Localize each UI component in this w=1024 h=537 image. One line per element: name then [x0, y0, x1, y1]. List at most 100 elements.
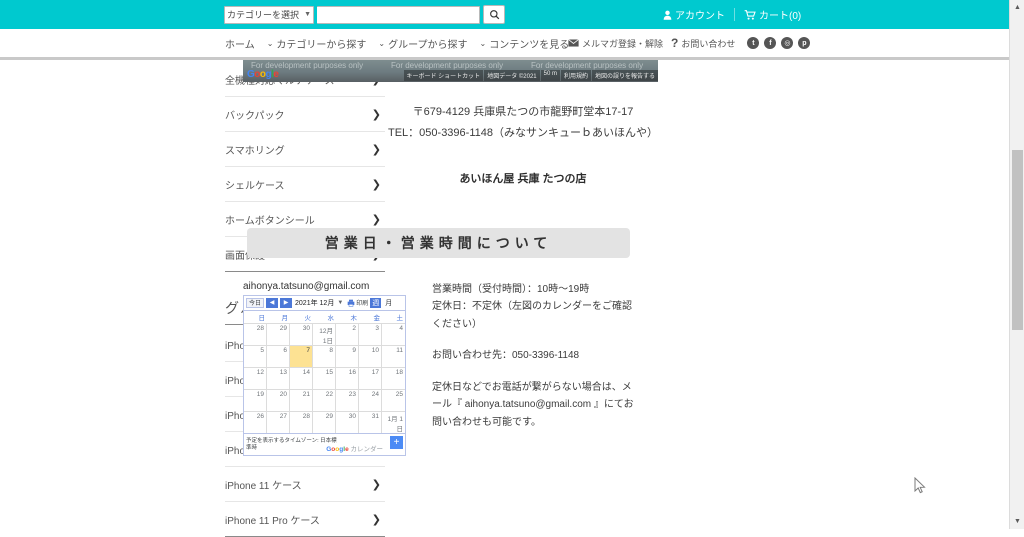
- nav-item-label: ホーム: [225, 39, 255, 51]
- search-button[interactable]: [483, 5, 505, 24]
- calendar-email: aihonya.tatsuno@gmail.com: [243, 280, 370, 292]
- month-view-button[interactable]: 月: [383, 298, 394, 308]
- facebook-icon[interactable]: f: [764, 37, 777, 49]
- contact-paragraph: お問い合わせ先：050-3396-1148: [432, 350, 580, 362]
- map-bottom-button[interactable]: 利用規約: [560, 70, 591, 81]
- week-view-button[interactable]: 週: [370, 297, 382, 308]
- scrollbar-thumb[interactable]: [1012, 150, 1023, 330]
- calendar-day-cell[interactable]: 1月 1日: [382, 410, 405, 433]
- nav-item-label: コンテンツを見る: [489, 39, 570, 51]
- twitter-icon[interactable]: t: [747, 37, 760, 49]
- instagram-icon[interactable]: ◎: [781, 37, 794, 49]
- calendar-day-cell[interactable]: 31: [359, 410, 382, 433]
- sidebar: 全機種対応マルチケース❯バックパック❯スマホリング❯シェルケース❯ホームボタンシ…: [0, 60, 385, 537]
- calendar-day-cell[interactable]: 3: [359, 322, 382, 345]
- social-links: t f ◎ p: [747, 37, 811, 49]
- calendar-day-cell[interactable]: 10: [359, 344, 382, 367]
- calendar-day-cell[interactable]: 12: [244, 366, 267, 389]
- account-label: アカウント: [675, 11, 725, 22]
- nav-items: ホーム ⌄ カテゴリーから探す ⌄ グループから探す ⌄ コンテンツを見る: [225, 36, 569, 51]
- calendar-day-cell[interactable]: 19: [244, 388, 267, 411]
- map-bottom-button[interactable]: 50 m: [540, 70, 560, 81]
- nav-item-0[interactable]: ホーム: [225, 36, 255, 51]
- calendar-day-cell[interactable]: 28: [244, 322, 267, 345]
- calendar-day-cell[interactable]: 14: [290, 366, 313, 389]
- calendar-day-cell[interactable]: 30: [290, 322, 313, 345]
- scroll-down-arrow-icon[interactable]: ▼: [1010, 514, 1024, 529]
- calendar-weekday: 水: [327, 314, 335, 322]
- chevron-down-icon[interactable]: ▼: [337, 300, 343, 306]
- calendar-day-cell[interactable]: 6: [267, 344, 290, 367]
- calendar-day-cell[interactable]: 29: [267, 322, 290, 345]
- main-nav: ホーム ⌄ カテゴリーから探す ⌄ グループから探す ⌄ コンテンツを見る メルマガ登録・解…: [0, 29, 1009, 57]
- calendar-weekday-row: 日月火水木金土: [244, 309, 405, 323]
- question-icon: ?: [671, 36, 679, 50]
- nav-item-2[interactable]: ⌄ グループから探す: [378, 36, 467, 51]
- map-bottom-button[interactable]: 地図の誤りを報告する: [591, 70, 658, 81]
- calendar-day-cell[interactable]: 20: [267, 388, 290, 411]
- browser-scrollbar[interactable]: ▲ ▼: [1009, 0, 1024, 529]
- calendar-day-cell[interactable]: 22: [313, 388, 336, 411]
- search-input[interactable]: [317, 5, 480, 24]
- nav-utility: メルマガ登録・解除 ? お問い合わせ t f ◎ p: [568, 36, 811, 50]
- map-embed[interactable]: For development purposes only For develo…: [243, 60, 658, 82]
- calendar-day-cell[interactable]: 28: [290, 410, 313, 433]
- calendar-day-cell[interactable]: 4: [382, 322, 405, 345]
- category-select[interactable]: カテゴリーを選択 ▼: [224, 5, 314, 24]
- calendar-day-cell[interactable]: 8: [313, 344, 336, 367]
- google-calendar-widget[interactable]: 今日 ◀ ▶ 2021年 12月 ▼ 印刷 週 月 日 月 火 水 木 金 土 …: [243, 294, 406, 456]
- calendar-day-cell[interactable]: 13: [267, 366, 290, 389]
- calendar-toolbar: 今日 ◀ ▶ 2021年 12月 ▼ 印刷 週 月: [244, 296, 405, 310]
- calendar-day-cell[interactable]: 9: [336, 344, 359, 367]
- add-calendar-button[interactable]: +: [390, 435, 403, 449]
- calendar-day-cell[interactable]: 21: [290, 388, 313, 411]
- calendar-weekday: 木: [350, 314, 358, 322]
- search-icon: [489, 10, 499, 20]
- search-area: カテゴリーを選択 ▼: [224, 5, 505, 24]
- nav-item-1[interactable]: ⌄ カテゴリーから探す: [267, 36, 367, 51]
- cart-label: カート(0): [759, 11, 802, 22]
- google-maps-logo: Google: [247, 69, 279, 80]
- calendar-day-cell[interactable]: 7: [290, 344, 313, 367]
- calendar-day-cell[interactable]: 18: [382, 366, 405, 389]
- contact-link[interactable]: ? お問い合わせ: [671, 36, 735, 50]
- calendar-day-cell[interactable]: 15: [313, 366, 336, 389]
- holiday-info: 定休日：不定休（左図のカレンダーをご確認ください）: [432, 301, 632, 330]
- map-watermark: For development purposes only: [531, 61, 644, 70]
- print-button[interactable]: 印刷: [347, 298, 368, 307]
- scroll-up-arrow-icon[interactable]: ▲: [1010, 0, 1024, 15]
- hours-paragraph: 営業時間（受付時間）：10時〜19時 定休日：不定休（左図のカレンダーをご確認く…: [432, 281, 640, 334]
- today-button[interactable]: 今日: [246, 297, 265, 308]
- calendar-footer: 予定を表示するタイムゾーン: 日本標準時 Google カレンダー +: [244, 432, 405, 455]
- calendar-day-cell[interactable]: 27: [267, 410, 290, 433]
- calendar-day-cell[interactable]: 17: [359, 366, 382, 389]
- chevron-down-icon: ⌄: [266, 38, 274, 48]
- hours-section: aihonya.tatsuno@gmail.com 今日 ◀ ▶ 2021年 1…: [243, 281, 803, 456]
- prev-month-button[interactable]: ◀: [266, 297, 279, 308]
- newsletter-link[interactable]: メルマガ登録・解除: [568, 37, 663, 50]
- calendar-day-cell[interactable]: 29: [313, 410, 336, 433]
- calendar-day-cell[interactable]: 12月 1日: [313, 322, 336, 345]
- calendar-day-cell[interactable]: 11: [382, 344, 405, 367]
- page-body: 全機種対応マルチケース❯バックパック❯スマホリング❯シェルケース❯ホームボタンシ…: [0, 60, 1009, 537]
- store-address-block: 〒679-4129 兵庫県たつの市龍野町堂本17-17 TEL：050-3396…: [243, 102, 803, 144]
- nav-item-3[interactable]: ⌄ コンテンツを見る: [480, 36, 570, 51]
- calendar-day-cell[interactable]: 25: [382, 388, 405, 411]
- calendar-day-cell[interactable]: 2: [336, 322, 359, 345]
- account-cart-area: アカウント カート(0): [663, 7, 801, 22]
- calendar-day-cell[interactable]: 24: [359, 388, 382, 411]
- map-bottom-button[interactable]: 地図データ ©2021: [484, 70, 540, 81]
- map-bottom-button[interactable]: キーボード ショートカット: [403, 70, 484, 81]
- mail-icon: [568, 39, 579, 47]
- calendar-day-cell[interactable]: 26: [244, 410, 267, 433]
- calendar-day-cell[interactable]: 16: [336, 366, 359, 389]
- calendar-day-cell[interactable]: 23: [336, 388, 359, 411]
- account-button[interactable]: アカウント: [663, 7, 725, 22]
- calendar-day-cell[interactable]: 30: [336, 410, 359, 433]
- next-month-button[interactable]: ▶: [280, 297, 293, 308]
- pinterest-icon[interactable]: p: [798, 37, 811, 49]
- map-bottom-bar: キーボード ショートカット 地図データ ©2021 50 m 利用規約 地図の誤りを報告…: [403, 70, 658, 81]
- calendar-day-cell[interactable]: 5: [244, 344, 267, 367]
- cart-button[interactable]: カート(0): [744, 7, 801, 22]
- calendar-weekday: 月: [281, 314, 289, 322]
